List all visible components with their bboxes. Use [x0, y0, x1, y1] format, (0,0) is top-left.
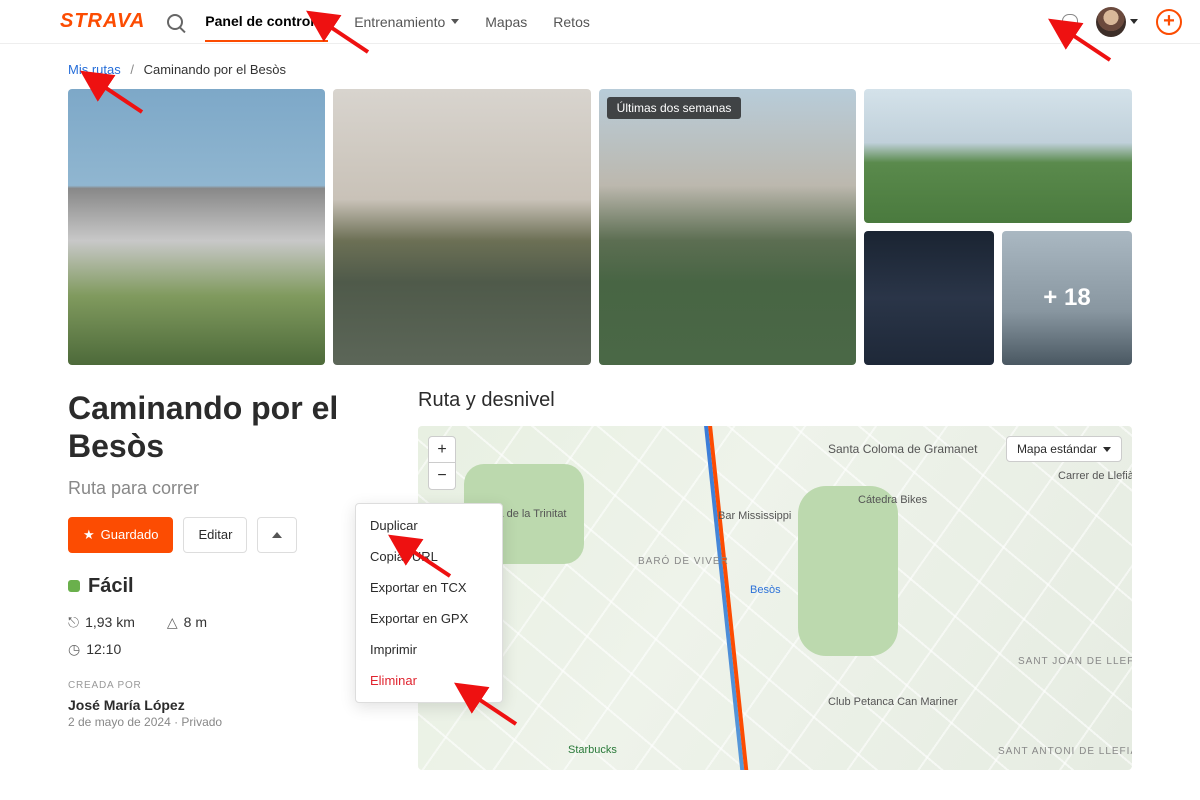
route-line	[707, 426, 751, 770]
elevation-icon: △	[167, 614, 178, 631]
map-label: Besòs	[750, 584, 781, 596]
route-subtitle: Ruta para correr	[68, 478, 378, 499]
breadcrumb-current: Caminando por el Besòs	[144, 62, 286, 77]
zoom-in-button[interactable]: +	[429, 437, 455, 463]
breadcrumb: Mis rutas / Caminando por el Besòs	[0, 44, 1200, 89]
nav-right: +	[1062, 7, 1182, 37]
nav-dashboard[interactable]: Panel de control	[205, 2, 328, 42]
breadcrumb-root[interactable]: Mis rutas	[68, 62, 121, 77]
stat-elevation-value: 8 m	[184, 614, 207, 630]
route-sidebar: Caminando por el Besòs Ruta para correr …	[68, 389, 378, 770]
chevron-down-icon	[451, 19, 459, 24]
route-photo[interactable]	[864, 231, 994, 365]
map-label: Santa Coloma de Gramanet	[828, 442, 977, 456]
map-label: Bar Mississippi	[718, 510, 791, 522]
stat-distance-value: 1,93 km	[85, 614, 135, 630]
time-badge: Últimas dos semanas	[607, 97, 742, 119]
created-meta: 2 de mayo de 2024 · Privado	[68, 715, 378, 729]
map-section-title: Ruta y desnivel	[418, 389, 1132, 412]
map-label: Cátedra Bikes	[858, 494, 927, 506]
nav-challenges-label: Retos	[553, 14, 590, 30]
map-label: SANT JOAN DE LLEFIÀ	[1018, 656, 1132, 667]
stat-elevation: △ 8 m	[167, 614, 207, 631]
notifications-icon[interactable]	[1062, 14, 1078, 30]
top-nav: STRAVA Panel de control Entrenamiento Ma…	[0, 0, 1200, 44]
nav-links: Panel de control Entrenamiento Mapas Ret…	[205, 2, 590, 41]
route-title: Caminando por el Besòs	[68, 389, 378, 466]
menu-copy-url[interactable]: Copiar URL	[356, 541, 502, 572]
nav-training-label: Entrenamiento	[354, 14, 445, 30]
park-shape	[798, 486, 898, 656]
chevron-up-icon	[272, 532, 282, 538]
content-body: Caminando por el Besòs Ruta para correr …	[0, 365, 1200, 770]
breadcrumb-sep: /	[130, 62, 134, 77]
more-actions-button[interactable]	[257, 517, 297, 553]
route-photo[interactable]	[333, 89, 590, 365]
more-photos[interactable]: + 18	[1002, 231, 1132, 365]
nav-maps[interactable]: Mapas	[485, 3, 527, 41]
nav-training[interactable]: Entrenamiento	[354, 3, 459, 41]
nav-challenges[interactable]: Retos	[553, 3, 590, 41]
map-type-selector[interactable]: Mapa estándar	[1006, 436, 1122, 462]
saved-button[interactable]: ★ Guardado	[68, 517, 173, 553]
menu-delete[interactable]: Eliminar	[356, 665, 502, 696]
stat-row-2: ◷ 12:10	[68, 641, 378, 658]
difficulty-label: Fácil	[88, 575, 134, 598]
chevron-down-icon	[1103, 447, 1111, 452]
clock-icon: ◷	[68, 641, 80, 658]
nav-maps-label: Mapas	[485, 14, 527, 30]
nav-dashboard-label: Panel de control	[205, 13, 314, 29]
star-icon: ★	[83, 527, 95, 543]
difficulty-dot-icon	[68, 580, 80, 592]
menu-export-gpx[interactable]: Exportar en GPX	[356, 603, 502, 634]
add-button[interactable]: +	[1156, 9, 1182, 35]
search-icon[interactable]	[167, 14, 183, 30]
saved-button-label: Guardado	[101, 527, 159, 542]
user-menu[interactable]	[1096, 7, 1138, 37]
logo[interactable]: STRAVA	[60, 10, 145, 33]
edit-button[interactable]: Editar	[183, 517, 247, 553]
map-type-label: Mapa estándar	[1017, 442, 1097, 456]
map-label: SANT ANTONI DE LLEFIÀ	[998, 746, 1132, 757]
map-label: Club Petanca Can Mariner	[828, 696, 958, 708]
zoom-control: + −	[428, 436, 456, 490]
created-name: José María López	[68, 697, 378, 713]
stat-time-value: 12:10	[86, 641, 121, 657]
difficulty: Fácil	[68, 575, 378, 598]
avatar	[1096, 7, 1126, 37]
map-label: BARÓ DE VIVER	[638, 556, 729, 567]
chevron-down-icon	[1130, 19, 1138, 24]
route-photo[interactable]	[864, 89, 1132, 223]
created-label: CREADA POR	[68, 680, 378, 691]
menu-print[interactable]: Imprimir	[356, 634, 502, 665]
chevron-down-icon	[320, 19, 328, 24]
more-actions-menu: Duplicar Copiar URL Exportar en TCX Expo…	[355, 503, 503, 703]
route-photo[interactable]	[68, 89, 325, 365]
edit-button-label: Editar	[198, 527, 232, 542]
pin-icon: ⎋	[68, 614, 79, 631]
map-label: Starbucks	[568, 744, 617, 756]
photo-strip: Últimas dos semanas + 18	[0, 89, 1200, 365]
route-map[interactable]: + − Mapa estándar Plaça de la Trinitat B…	[418, 426, 1132, 770]
stat-distance: ⎋ 1,93 km	[68, 614, 135, 631]
stat-row-1: ⎋ 1,93 km △ 8 m	[68, 614, 378, 631]
zoom-out-button[interactable]: −	[429, 463, 455, 489]
route-photo[interactable]: Últimas dos semanas	[599, 89, 856, 365]
menu-duplicate[interactable]: Duplicar	[356, 510, 502, 541]
menu-export-tcx[interactable]: Exportar en TCX	[356, 572, 502, 603]
action-buttons: ★ Guardado Editar	[68, 517, 378, 553]
map-label: Carrer de Llefià	[1058, 470, 1132, 482]
map-section: Ruta y desnivel + − Mapa estándar Plaça …	[418, 389, 1132, 770]
stat-time: ◷ 12:10	[68, 641, 121, 658]
